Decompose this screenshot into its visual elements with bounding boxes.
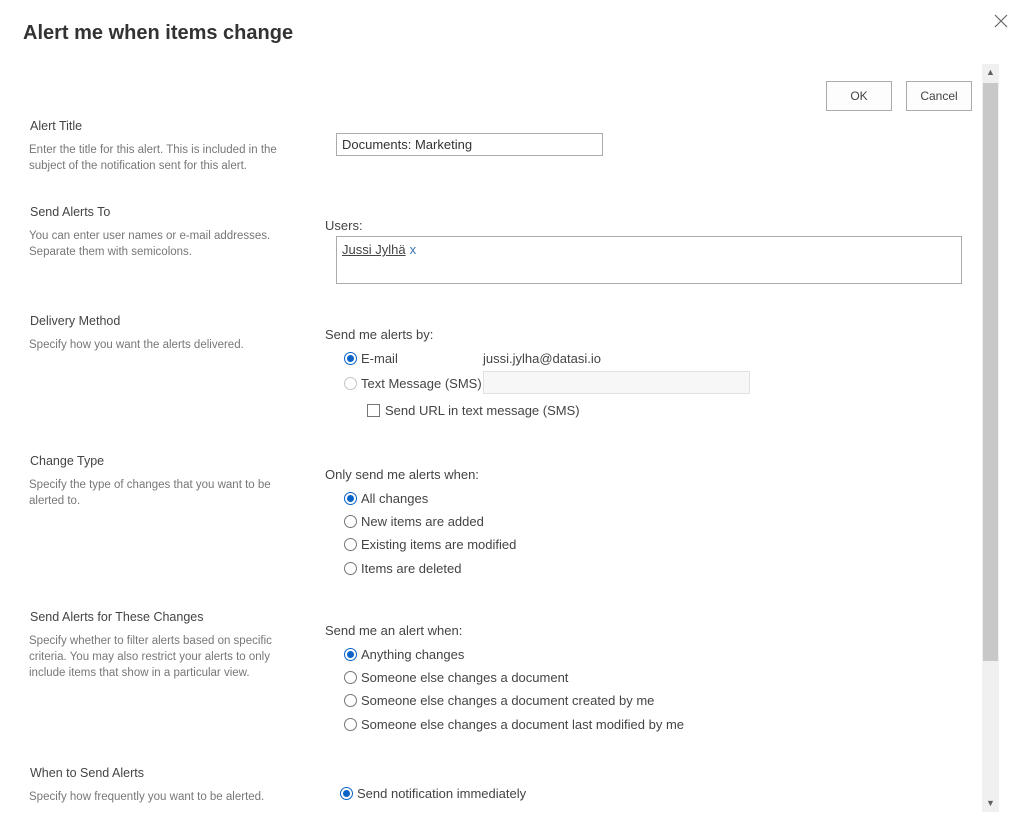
radio-indicator: [344, 648, 357, 661]
sms-number-input[interactable]: [483, 371, 750, 394]
scroll-down-icon[interactable]: ▼: [982, 795, 999, 812]
close-icon[interactable]: [992, 12, 1010, 30]
option-label: Someone else changes a document last mod…: [361, 717, 685, 732]
ok-button[interactable]: OK: [826, 81, 892, 111]
user-token[interactable]: Jussi Jylhä: [342, 242, 406, 257]
users-label: Users:: [325, 218, 363, 233]
dialog-title: Alert me when items change: [23, 22, 294, 44]
delivery-label: Send me alerts by:: [325, 327, 434, 342]
remove-user-button[interactable]: x: [410, 242, 417, 257]
delivery-sms-radio[interactable]: Text Message (SMS): [344, 376, 482, 391]
filter-label: Send me an alert when:: [325, 623, 463, 638]
change-type-heading: Change Type: [30, 454, 105, 468]
radio-indicator: [344, 377, 357, 390]
delivery-description: Specify how you want the alerts delivere…: [29, 339, 244, 351]
when-immediately-radio[interactable]: Send notification immediately: [340, 786, 526, 801]
filter-modified-by-me-radio[interactable]: Someone else changes a document last mod…: [344, 717, 684, 732]
change-modified-radio[interactable]: Existing items are modified: [344, 537, 516, 552]
radio-indicator: [344, 671, 357, 684]
radio-indicator: [344, 515, 357, 528]
scrollbar-thumb[interactable]: [983, 83, 998, 661]
delivery-sms-label: Text Message (SMS): [361, 376, 482, 391]
alert-title-description: Enter the title for this alert. This is …: [29, 144, 277, 172]
vertical-scrollbar[interactable]: ▲ ▼: [982, 64, 999, 812]
option-label: Send notification immediately: [357, 786, 527, 801]
option-label: Anything changes: [361, 647, 465, 662]
users-people-picker[interactable]: Jussi Jylhä x: [336, 236, 962, 284]
filter-anything-radio[interactable]: Anything changes: [344, 647, 464, 662]
radio-indicator: [344, 718, 357, 731]
alert-title-input[interactable]: [336, 133, 603, 156]
radio-indicator: [344, 562, 357, 575]
radio-indicator: [344, 492, 357, 505]
send-url-label: Send URL in text message (SMS): [385, 403, 580, 418]
radio-indicator: [344, 694, 357, 707]
option-label: Someone else changes a document: [361, 670, 569, 685]
option-label: Existing items are modified: [361, 537, 517, 552]
send-to-description: You can enter user names or e-mail addre…: [29, 230, 271, 258]
alert-title-heading: Alert Title: [30, 119, 83, 133]
option-label: Items are deleted: [361, 561, 462, 576]
radio-indicator: [344, 352, 357, 365]
delivery-email-label: E-mail: [361, 351, 398, 366]
checkbox-indicator: [367, 404, 380, 417]
delivery-heading: Delivery Method: [30, 314, 121, 328]
radio-indicator: [344, 538, 357, 551]
filter-created-by-me-radio[interactable]: Someone else changes a document created …: [344, 693, 654, 708]
radio-indicator: [340, 787, 353, 800]
option-label: All changes: [361, 491, 429, 506]
email-address: jussi.jylha@datasi.io: [483, 351, 601, 366]
change-all-radio[interactable]: All changes: [344, 491, 428, 506]
option-label: Someone else changes a document created …: [361, 693, 655, 708]
change-type-description: Specify the type of changes that you wan…: [29, 479, 271, 507]
scroll-up-icon[interactable]: ▲: [982, 64, 999, 81]
filter-heading: Send Alerts for These Changes: [30, 610, 204, 624]
filter-someone-else-radio[interactable]: Someone else changes a document: [344, 670, 568, 685]
change-type-label: Only send me alerts when:: [325, 467, 479, 482]
delivery-email-radio[interactable]: E-mail: [344, 351, 398, 366]
change-deleted-radio[interactable]: Items are deleted: [344, 561, 461, 576]
when-description: Specify how frequently you want to be al…: [29, 791, 265, 803]
change-added-radio[interactable]: New items are added: [344, 514, 484, 529]
option-label: New items are added: [361, 514, 484, 529]
when-heading: When to Send Alerts: [30, 766, 144, 780]
send-to-heading: Send Alerts To: [30, 205, 111, 219]
filter-description: Specify whether to filter alerts based o…: [29, 635, 272, 679]
cancel-button[interactable]: Cancel: [906, 81, 972, 111]
send-url-checkbox[interactable]: Send URL in text message (SMS): [367, 403, 580, 418]
